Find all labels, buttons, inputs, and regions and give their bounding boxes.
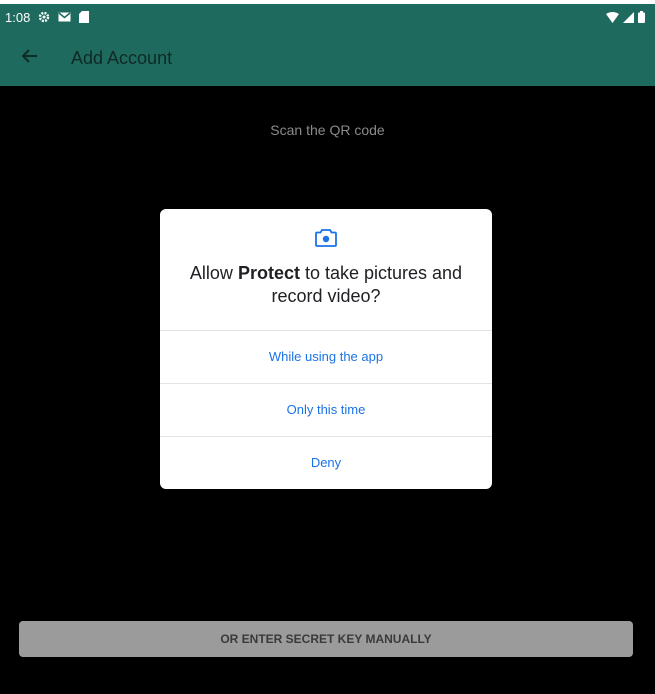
while-using-app-button[interactable]: While using the app [160, 330, 492, 382]
dialog-app-name: Protect [237, 263, 300, 283]
dialog-title-suffix: to take pictures and record video? [271, 263, 463, 306]
status-left: 1:08 [5, 9, 90, 25]
camera-icon [315, 229, 337, 247]
dialog-title-prefix: Allow [189, 263, 238, 283]
status-time: 1:08 [5, 9, 31, 25]
battery-icon [638, 11, 645, 23]
scan-instruction: Scan the QR code [270, 122, 385, 138]
gmail-icon [58, 12, 71, 22]
sd-card-icon [79, 11, 90, 23]
status-right [606, 11, 645, 23]
permission-dialog: Allow Protect to take pictures and recor… [160, 209, 492, 489]
arrow-left-icon [21, 48, 38, 68]
wifi-icon [606, 11, 619, 23]
page-title: Add Account [71, 47, 173, 68]
settings-icon [38, 11, 50, 23]
signal-icon [623, 11, 634, 23]
deny-button[interactable]: Deny [160, 436, 492, 488]
only-this-time-button[interactable]: Only this time [160, 383, 492, 435]
status-bar: 1:08 [0, 4, 655, 30]
back-button[interactable] [16, 44, 44, 72]
app-bar: Add Account [0, 30, 655, 86]
enter-secret-key-manually-button[interactable]: OR ENTER SECRET KEY MANUALLY [19, 621, 633, 657]
dialog-title: Allow Protect to take pictures and recor… [176, 262, 476, 308]
